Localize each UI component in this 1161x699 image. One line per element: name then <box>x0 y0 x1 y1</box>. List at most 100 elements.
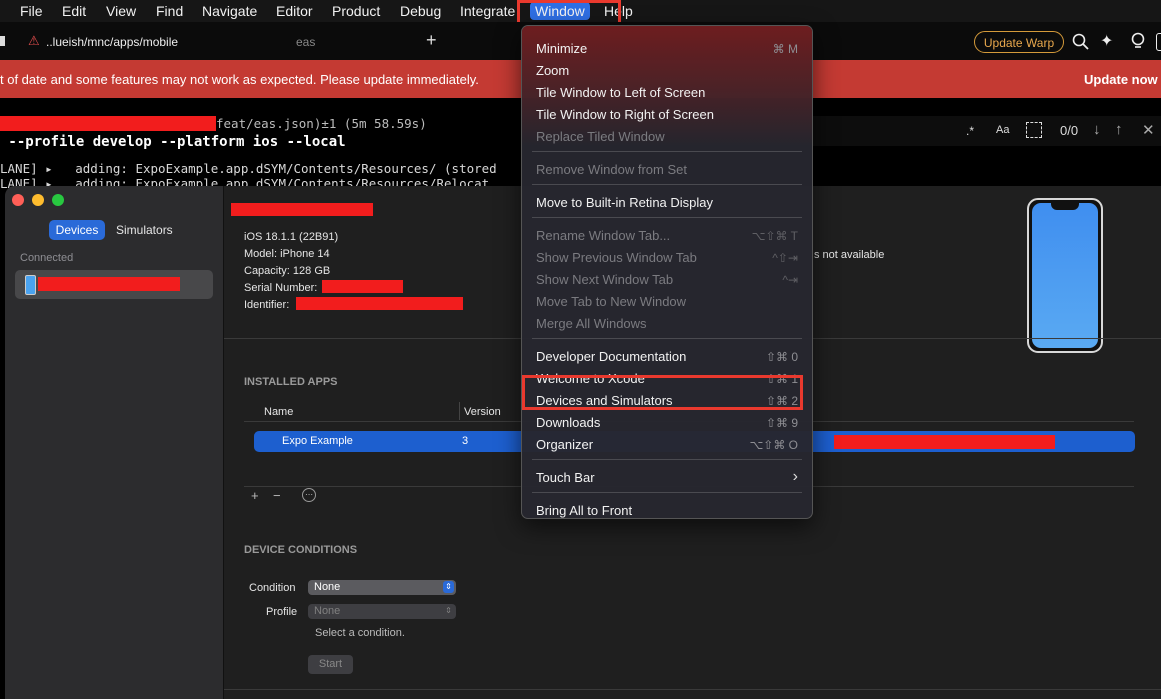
profile-select[interactable]: None ⇕ <box>308 604 456 619</box>
find-prev-icon[interactable]: ↑ <box>1115 121 1123 138</box>
redacted-app-id <box>834 435 1055 449</box>
menu-item-touch-bar[interactable]: Touch Bar <box>536 470 595 485</box>
find-bar: .* Aa 0/0 ↓ ↑ ✕ <box>810 116 1161 146</box>
sparkle-icon[interactable]: ✦ <box>1100 31 1113 51</box>
tab-eas[interactable]: eas <box>296 35 315 49</box>
menu-item-rename-tab[interactable]: Rename Window Tab... <box>536 228 670 243</box>
menu-item-next-tab[interactable]: Show Next Window Tab <box>536 272 673 287</box>
shortcut-developer-docs: ⇧⌘ 0 <box>765 350 798 364</box>
close-window-button[interactable] <box>12 194 24 206</box>
command-line: --profile develop --platform ios --local <box>0 134 346 150</box>
menu-item-previous-tab[interactable]: Show Previous Window Tab <box>536 250 697 265</box>
menu-separator <box>532 492 802 493</box>
chevron-updown-icon: ⇕ <box>443 581 454 593</box>
app-version: 3 <box>462 435 469 447</box>
shortcut-next-tab: ^⇥ <box>782 273 798 287</box>
installed-apps-title: INSTALLED APPS <box>244 376 338 388</box>
menu-item-organizer[interactable]: Organizer <box>536 437 593 452</box>
menu-item-zoom[interactable]: Zoom <box>536 63 569 78</box>
shortcut-downloads: ⇧⌘ 9 <box>765 416 798 430</box>
menu-integrate[interactable]: Integrate <box>460 3 515 19</box>
menu-item-tile-left[interactable]: Tile Window to Left of Screen <box>536 85 705 100</box>
menu-item-bring-to-front[interactable]: Bring All to Front <box>536 503 632 518</box>
menu-item-remove-from-set[interactable]: Remove Window from Set <box>536 162 687 177</box>
menu-separator <box>532 459 802 460</box>
condition-hint: Select a condition. <box>315 627 405 639</box>
device-os: iOS 18.1.1 (22B91) <box>244 231 339 243</box>
update-warp-button[interactable]: Update Warp <box>974 31 1064 53</box>
device-identifier-label: Identifier: <box>244 299 290 311</box>
banner-text: t of date and some features may not work… <box>0 72 479 87</box>
redacted-device-title <box>231 203 373 216</box>
redacted-prompt <box>0 116 216 131</box>
device-conditions-title: DEVICE CONDITIONS <box>244 544 358 556</box>
zoom-window-button[interactable] <box>52 194 64 206</box>
start-button[interactable]: Start <box>308 655 353 674</box>
profile-label: Profile <box>266 606 298 618</box>
menu-debug[interactable]: Debug <box>400 3 441 19</box>
iphone-illustration <box>1027 198 1103 353</box>
not-available-text: s not available <box>814 249 885 261</box>
menu-item-developer-docs[interactable]: Developer Documentation <box>536 349 686 364</box>
column-version[interactable]: Version <box>464 406 501 418</box>
expand-icon[interactable] <box>1026 122 1042 138</box>
case-toggle[interactable]: Aa <box>996 124 1009 136</box>
add-app-button[interactable]: + <box>251 488 259 503</box>
menu-file[interactable]: File <box>20 3 43 19</box>
menu-separator <box>532 217 802 218</box>
search-icon[interactable] <box>1072 33 1090 51</box>
menu-separator <box>532 151 802 152</box>
find-next-icon[interactable]: ↓ <box>1093 121 1101 138</box>
device-model: Model: iPhone 14 <box>244 248 330 260</box>
tab-marker <box>0 36 5 46</box>
devices-and-simulators-highlight <box>522 375 803 410</box>
menu-separator <box>532 184 802 185</box>
menu-separator <box>532 338 802 339</box>
menu-item-minimize[interactable]: Minimize <box>536 41 587 56</box>
tab-simulators[interactable]: Simulators <box>116 223 173 237</box>
regex-toggle[interactable]: .* <box>966 124 974 138</box>
window-menu: Minimize ⌘ M Zoom Tile Window to Left of Sc… <box>521 25 813 519</box>
new-tab-button[interactable]: + <box>426 30 437 51</box>
devices-sidebar: Devices Simulators Connected <box>5 186 224 699</box>
device-list-item[interactable] <box>15 270 213 299</box>
remove-app-button[interactable]: − <box>273 488 281 503</box>
warning-icon: ⚠ <box>28 33 40 48</box>
update-now-link[interactable]: Update now <box>1084 72 1158 87</box>
iphone-icon <box>25 275 36 295</box>
panel-icon[interactable] <box>1156 33 1161 51</box>
menu-item-move-tab[interactable]: Move Tab to New Window <box>536 294 686 309</box>
menu-item-merge-windows[interactable]: Merge All Windows <box>536 316 647 331</box>
menu-item-move-to-retina[interactable]: Move to Built-in Retina Display <box>536 195 713 210</box>
output-line-1: LANE] ▸ adding: ExpoExample.app.dSYM/Con… <box>0 161 497 176</box>
app-name: Expo Example <box>282 435 353 447</box>
device-capacity: Capacity: 128 GB <box>244 265 331 277</box>
shortcut-organizer: ⌥⇧⌘ O <box>749 438 798 452</box>
menu-view[interactable]: View <box>106 3 136 19</box>
menu-item-replace-tiled[interactable]: Replace Tiled Window <box>536 129 665 144</box>
menu-edit[interactable]: Edit <box>62 3 86 19</box>
redacted-device-name <box>38 277 180 291</box>
device-serial-label: Serial Number: <box>244 282 318 294</box>
minimize-window-button[interactable] <box>32 194 44 206</box>
tab-devices[interactable]: Devices <box>49 220 105 240</box>
menu-navigate[interactable]: Navigate <box>202 3 257 19</box>
app-options-button[interactable]: ⋯ <box>302 488 316 502</box>
redacted-serial <box>322 280 403 293</box>
tab-mobile[interactable]: ..lueish/mnc/apps/mobile <box>46 35 178 49</box>
find-close-icon[interactable]: ✕ <box>1142 121 1155 139</box>
menu-product[interactable]: Product <box>332 3 380 19</box>
condition-select[interactable]: None ⇕ <box>308 580 456 595</box>
condition-label: Condition <box>249 582 296 594</box>
menu-item-downloads[interactable]: Downloads <box>536 415 600 430</box>
find-counter: 0/0 <box>1060 123 1079 138</box>
shortcut-previous-tab: ^⇧⇥ <box>772 251 798 265</box>
column-name[interactable]: Name <box>264 406 293 418</box>
shortcut-minimize: ⌘ M <box>772 42 798 56</box>
lightbulb-icon[interactable] <box>1130 32 1146 52</box>
menu-editor[interactable]: Editor <box>276 3 313 19</box>
redacted-identifier <box>296 297 463 310</box>
chevron-updown-icon: ⇕ <box>443 605 454 617</box>
menu-item-tile-right[interactable]: Tile Window to Right of Screen <box>536 107 714 122</box>
menu-find[interactable]: Find <box>156 3 183 19</box>
